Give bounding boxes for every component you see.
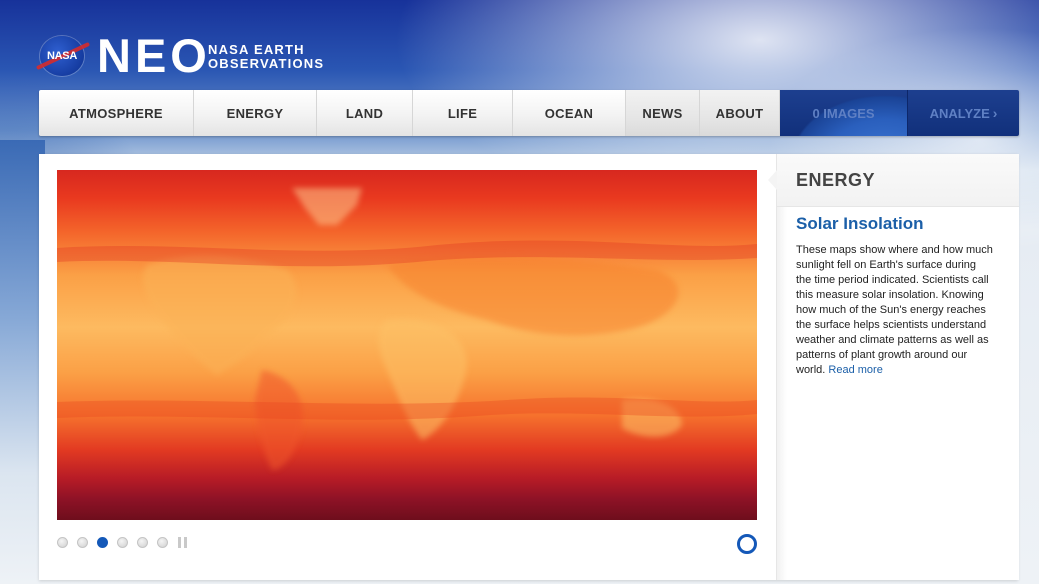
neo-logo-title[interactable]: NEO	[97, 31, 211, 81]
nav-analyze-button[interactable]: ANALYZE ›	[908, 90, 1019, 136]
nav-about[interactable]: ABOUT	[700, 90, 780, 136]
analyze-label: ANALYZE	[929, 105, 990, 121]
nav-energy[interactable]: ENERGY	[194, 90, 317, 136]
images-count-label: 0 IMAGES	[812, 105, 875, 121]
nav-land[interactable]: LAND	[317, 90, 413, 136]
slide-dot-2[interactable]	[77, 536, 88, 548]
loading-spinner-icon	[737, 534, 757, 554]
read-more-link[interactable]: Read more	[828, 364, 882, 376]
nav-life[interactable]: LIFE	[413, 90, 513, 136]
slide-dot-1[interactable]	[57, 536, 68, 548]
sidebar-pointer-arrow	[768, 170, 777, 190]
dataset-description-text: These maps show where and how much sunli…	[796, 244, 993, 376]
nav-images-button[interactable]: 0 IMAGES	[780, 90, 908, 136]
nav-news[interactable]: NEWS	[626, 90, 700, 136]
nav-ocean[interactable]: OCEAN	[513, 90, 626, 136]
solar-insolation-map[interactable]	[57, 170, 757, 520]
slide-dot-6[interactable]	[157, 536, 168, 548]
dataset-description: These maps show where and how much sunli…	[796, 243, 994, 378]
logo-subtitle-line1: NASA EARTH	[208, 42, 305, 57]
nav-atmosphere[interactable]: ATMOSPHERE	[39, 90, 194, 136]
chevron-right-icon: ›	[992, 105, 998, 121]
sidebar-category: ENERGY	[796, 170, 876, 190]
nasa-logo-text: NASA	[47, 50, 77, 62]
slide-dot-3[interactable]	[97, 536, 108, 548]
slide-indicator	[57, 536, 187, 548]
pause-icon[interactable]	[178, 536, 187, 548]
main-nav: ATMOSPHERE ENERGY LAND LIFE OCEAN NEWS A…	[39, 90, 1019, 136]
logo-subtitle: NASA EARTH OBSERVATIONS	[208, 43, 324, 71]
featured-panel: ENERGY Solar Insolation These maps show …	[39, 154, 1019, 580]
dataset-sidebar: ENERGY Solar Insolation These maps show …	[768, 154, 1019, 580]
logo-subtitle-line2: OBSERVATIONS	[208, 56, 325, 71]
slide-dot-4[interactable]	[117, 536, 128, 548]
dataset-title-link[interactable]: Solar Insolation	[796, 214, 924, 234]
slide-dot-5[interactable]	[137, 536, 148, 548]
nasa-logo[interactable]: NASA	[40, 36, 84, 76]
